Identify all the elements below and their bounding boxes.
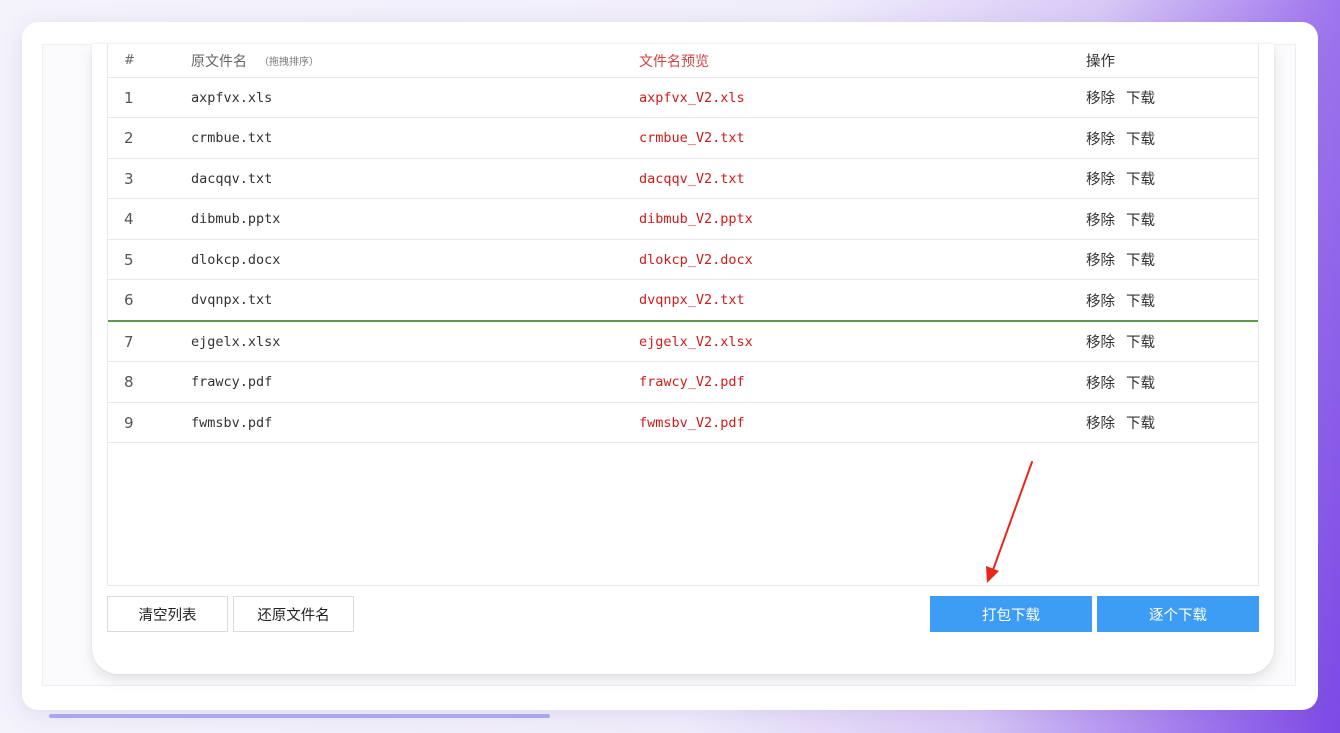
table-row-drop-target[interactable]: 6 dvqnpx.txt dvqnpx_V2.txt 移除 下载: [108, 280, 1258, 322]
row-actions: 移除 下载: [1086, 362, 1155, 402]
row-preview-name: dlokcp_V2.docx: [639, 251, 753, 268]
row-index: 6: [124, 291, 134, 309]
row-index: 2: [124, 129, 134, 147]
pack-download-button[interactable]: 打包下载: [930, 596, 1092, 632]
row-index: 4: [124, 210, 134, 228]
row-preview-name: dvqnpx_V2.txt: [639, 292, 745, 308]
clear-list-button[interactable]: 清空列表: [107, 596, 228, 632]
row-original-name: dvqnpx.txt: [191, 292, 273, 308]
download-link[interactable]: 下载: [1126, 168, 1155, 189]
remove-link[interactable]: 移除: [1086, 331, 1115, 352]
download-link[interactable]: 下载: [1126, 412, 1155, 433]
row-original-name: dlokcp.docx: [191, 251, 281, 268]
row-original-name: frawcy.pdf: [191, 374, 273, 390]
row-original-name: dibmub.pptx: [191, 211, 281, 227]
row-preview-name: crmbue_V2.txt: [639, 130, 745, 146]
row-original-name: ejgelx.xlsx: [191, 333, 281, 350]
download-link[interactable]: 下载: [1126, 331, 1155, 352]
row-actions: 移除 下载: [1086, 78, 1155, 117]
download-link[interactable]: 下载: [1126, 290, 1155, 311]
row-actions: 移除 下载: [1086, 403, 1155, 442]
remove-link[interactable]: 移除: [1086, 372, 1115, 393]
row-index: 3: [124, 169, 134, 188]
row-preview-name: dacqqv_V2.txt: [639, 170, 745, 187]
row-original-name: dacqqv.txt: [191, 170, 273, 187]
table-row[interactable]: 3 dacqqv.txt dacqqv_V2.txt 移除 下载: [108, 159, 1258, 199]
table-row[interactable]: 2 crmbue.txt crmbue_V2.txt 移除 下载: [108, 118, 1258, 159]
table-row[interactable]: 7 ejgelx.xlsx ejgelx_V2.xlsx 移除 下载: [108, 322, 1258, 362]
row-index: 5: [124, 250, 134, 269]
row-preview-name: fwmsbv_V2.pdf: [639, 414, 745, 431]
header-actions: 操作: [1086, 54, 1115, 70]
download-link[interactable]: 下载: [1126, 372, 1155, 393]
table-row[interactable]: 4 dibmub.pptx dibmub_V2.pptx 移除 下载: [108, 199, 1258, 240]
download-link[interactable]: 下载: [1126, 249, 1155, 270]
header-original-name: 原文件名 （拖拽排序）: [191, 44, 319, 77]
header-drag-hint: （拖拽排序）: [259, 57, 319, 68]
file-rename-panel: # 原文件名 （拖拽排序） 文件名预览 操作 1 axpfvx.xls axpf…: [92, 44, 1274, 674]
file-table: # 原文件名 （拖拽排序） 文件名预览 操作 1 axpfvx.xls axpf…: [107, 44, 1259, 586]
row-actions: 移除 下载: [1086, 240, 1155, 279]
row-preview-name: frawcy_V2.pdf: [639, 374, 745, 390]
header-original-label: 原文件名: [191, 53, 247, 70]
row-original-name: axpfvx.xls: [191, 89, 273, 106]
row-preview-name: dibmub_V2.pptx: [639, 211, 753, 227]
table-row[interactable]: 8 frawcy.pdf frawcy_V2.pdf 移除 下载: [108, 362, 1258, 403]
remove-link[interactable]: 移除: [1086, 168, 1115, 189]
download-link[interactable]: 下载: [1126, 87, 1155, 108]
download-link[interactable]: 下载: [1126, 209, 1155, 230]
download-each-button[interactable]: 逐个下载: [1097, 596, 1259, 632]
row-index: 1: [124, 88, 134, 107]
row-actions: 移除 下载: [1086, 199, 1155, 239]
row-preview-name: ejgelx_V2.xlsx: [639, 333, 753, 350]
row-index: 9: [124, 413, 134, 432]
row-actions: 移除 下载: [1086, 280, 1155, 320]
row-original-name: crmbue.txt: [191, 130, 273, 146]
row-actions: 移除 下载: [1086, 322, 1155, 361]
table-row[interactable]: 1 axpfvx.xls axpfvx_V2.xls 移除 下载: [108, 78, 1258, 118]
download-link[interactable]: 下载: [1126, 128, 1155, 149]
row-index: 7: [124, 332, 134, 351]
row-actions: 移除 下载: [1086, 159, 1155, 198]
row-index: 8: [124, 373, 134, 391]
row-actions: 移除 下载: [1086, 118, 1155, 158]
row-original-name: fwmsbv.pdf: [191, 414, 273, 431]
table-row[interactable]: 5 dlokcp.docx dlokcp_V2.docx 移除 下载: [108, 240, 1258, 280]
remove-link[interactable]: 移除: [1086, 209, 1115, 230]
horizontal-scrollbar[interactable]: [49, 714, 550, 718]
table-row[interactable]: 9 fwmsbv.pdf fwmsbv_V2.pdf 移除 下载: [108, 403, 1258, 443]
remove-link[interactable]: 移除: [1086, 87, 1115, 108]
header-index: #: [124, 53, 135, 68]
row-preview-name: axpfvx_V2.xls: [639, 89, 745, 106]
remove-link[interactable]: 移除: [1086, 290, 1115, 311]
table-header: # 原文件名 （拖拽排序） 文件名预览 操作: [108, 44, 1258, 78]
remove-link[interactable]: 移除: [1086, 249, 1115, 270]
remove-link[interactable]: 移除: [1086, 128, 1115, 149]
restore-names-button[interactable]: 还原文件名: [233, 596, 354, 632]
remove-link[interactable]: 移除: [1086, 412, 1115, 433]
header-preview-name: 文件名预览: [639, 53, 709, 70]
